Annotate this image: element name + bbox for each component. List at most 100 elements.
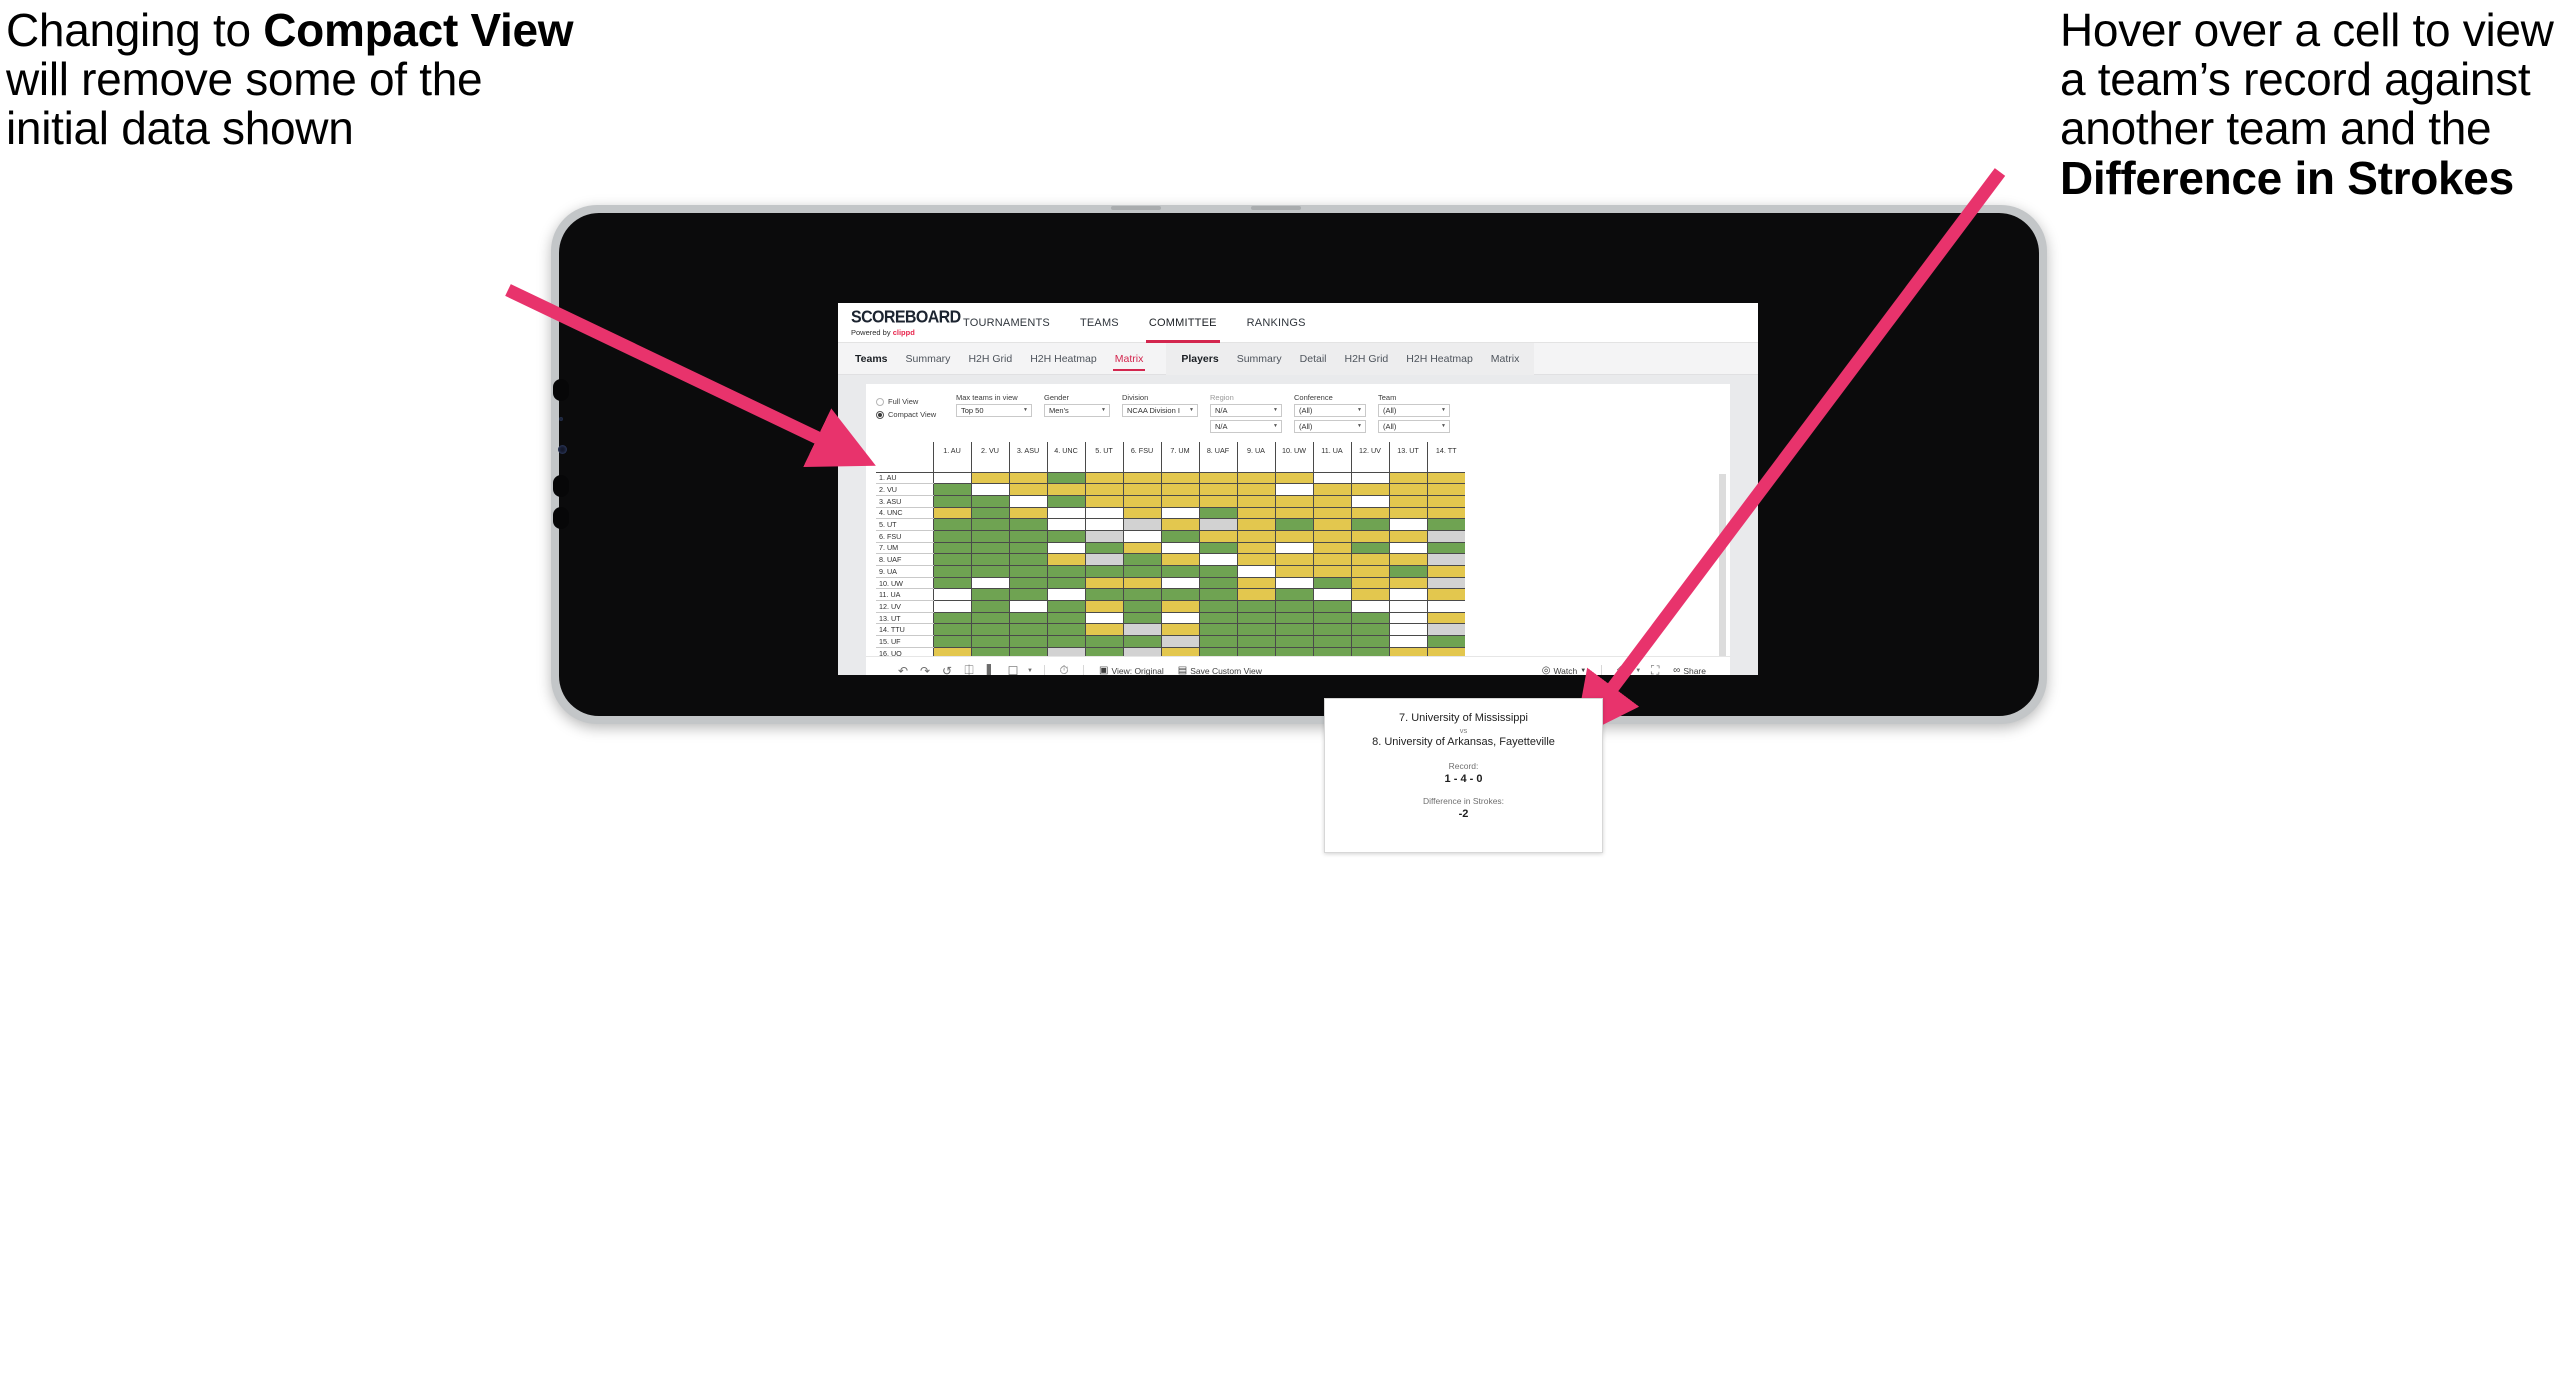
- matrix-cell[interactable]: [1084, 553, 1123, 566]
- matrix-cell[interactable]: [1122, 530, 1161, 543]
- matrix-cell[interactable]: [1084, 612, 1123, 625]
- matrix-cell[interactable]: [1160, 635, 1199, 648]
- matrix-cell[interactable]: [1160, 495, 1199, 508]
- matrix-cell[interactable]: [1274, 600, 1313, 613]
- filter-select[interactable]: Top 50 ▼: [956, 404, 1032, 417]
- matrix-cell[interactable]: [1426, 472, 1465, 485]
- chevron-down-icon[interactable]: ▼: [1441, 408, 1446, 413]
- matrix-cell[interactable]: [1198, 518, 1237, 531]
- matrix-cell[interactable]: [1122, 600, 1161, 613]
- matrix-row-header[interactable]: 1. AU: [876, 472, 933, 485]
- matrix-cell[interactable]: [1122, 472, 1161, 485]
- matrix-cell[interactable]: [1312, 495, 1351, 508]
- matrix-cell[interactable]: [1388, 507, 1427, 520]
- matrix-cell[interactable]: [1160, 530, 1199, 543]
- clock-icon[interactable]: ⏱: [1053, 663, 1075, 675]
- chevron-down-icon[interactable]: ▼: [1273, 424, 1278, 429]
- matrix-cell[interactable]: [970, 612, 1009, 625]
- matrix-row-header[interactable]: 10. UW: [876, 577, 933, 590]
- matrix-cell[interactable]: [1122, 565, 1161, 578]
- matrix-row-header[interactable]: 8. UAF: [876, 553, 933, 566]
- matrix-cell[interactable]: [1008, 483, 1047, 496]
- matrix-cell[interactable]: [1198, 588, 1237, 602]
- fullscreen-icon[interactable]: ⛶: [1644, 663, 1666, 675]
- matrix-cell[interactable]: [1084, 472, 1123, 485]
- matrix-cell[interactable]: [932, 495, 971, 508]
- matrix-cell[interactable]: [1198, 612, 1237, 625]
- chevron-down-icon[interactable]: ▼: [1189, 408, 1194, 413]
- chevron-down-icon[interactable]: ▼: [1273, 408, 1278, 413]
- subnav-item-h2h-grid[interactable]: H2H Grid: [1336, 343, 1398, 375]
- filter-select[interactable]: N/A ▼: [1210, 420, 1282, 433]
- subnav-item-h2h-grid[interactable]: H2H Grid: [959, 343, 1021, 375]
- tablet-button-bottom[interactable]: [553, 507, 569, 529]
- matrix-cell[interactable]: [1426, 635, 1465, 648]
- matrix-cell[interactable]: [1084, 530, 1123, 543]
- matrix-cell[interactable]: [970, 518, 1009, 531]
- matrix-cell[interactable]: [932, 577, 971, 590]
- matrix-row-header[interactable]: 9. UA: [876, 565, 933, 578]
- matrix-column-header[interactable]: 6. FSU: [1122, 442, 1161, 473]
- matrix-cell[interactable]: [1122, 623, 1161, 637]
- matrix-cell[interactable]: [1236, 577, 1275, 590]
- matrix-cell[interactable]: [1388, 623, 1427, 637]
- matrix-cell[interactable]: [1236, 600, 1275, 613]
- matrix-cell[interactable]: [1274, 495, 1313, 508]
- matrix-cell[interactable]: [1198, 623, 1237, 637]
- matrix-row-header[interactable]: 5. UT: [876, 518, 933, 531]
- matrix-cell[interactable]: [1160, 507, 1199, 520]
- matrix-cell[interactable]: [1350, 600, 1389, 613]
- matrix-cell[interactable]: [970, 623, 1009, 637]
- matrix-cell[interactable]: [1084, 577, 1123, 590]
- matrix-cell[interactable]: [970, 495, 1009, 508]
- matrix-cell[interactable]: [1084, 495, 1123, 508]
- filter-select[interactable]: (All) ▼: [1294, 420, 1366, 433]
- matrix-cell[interactable]: [1236, 623, 1275, 637]
- matrix-row-header[interactable]: 13. UT: [876, 612, 933, 625]
- view-option-compact-view[interactable]: Compact View: [876, 408, 944, 421]
- topnav-item-rankings[interactable]: RANKINGS: [1232, 303, 1321, 343]
- matrix-cell[interactable]: [1084, 507, 1123, 520]
- matrix-cell[interactable]: [1198, 495, 1237, 508]
- matrix-cell[interactable]: [1046, 565, 1085, 578]
- filter-select[interactable]: N/A ▼: [1210, 404, 1282, 417]
- matrix-cell[interactable]: [970, 565, 1009, 578]
- matrix-column-header[interactable]: 10. UW: [1274, 442, 1313, 473]
- matrix-cell[interactable]: [970, 577, 1009, 590]
- matrix-cell[interactable]: [1274, 472, 1313, 485]
- matrix-cell[interactable]: [1350, 565, 1389, 578]
- matrix-cell[interactable]: [1426, 565, 1465, 578]
- subnav-item-h2h-heatmap[interactable]: H2H Heatmap: [1397, 343, 1482, 375]
- matrix-cell[interactable]: [1388, 553, 1427, 566]
- matrix-cell[interactable]: [1426, 588, 1465, 602]
- matrix-cell[interactable]: [1046, 530, 1085, 543]
- matrix-cell[interactable]: [1046, 577, 1085, 590]
- topnav-item-teams[interactable]: TEAMS: [1065, 303, 1134, 343]
- matrix-cell[interactable]: [1046, 472, 1085, 485]
- matrix-cell[interactable]: [1160, 553, 1199, 566]
- matrix-cell[interactable]: [1008, 565, 1047, 578]
- matrix-scroll-area[interactable]: 1. AU 2. VU 3. ASU 4. UNC 5. UT 6. FSU 7. UM 8.…: [866, 442, 1730, 675]
- subnav-item-detail[interactable]: Detail: [1291, 343, 1336, 375]
- matrix-cell[interactable]: [1160, 623, 1199, 637]
- matrix-cell[interactable]: [932, 600, 971, 613]
- matrix-cell[interactable]: [1122, 635, 1161, 648]
- matrix-cell[interactable]: [1122, 518, 1161, 531]
- matrix-cell[interactable]: [932, 553, 971, 566]
- matrix-cell[interactable]: [1046, 495, 1085, 508]
- filter-select[interactable]: (All) ▼: [1378, 404, 1450, 417]
- matrix-cell[interactable]: [932, 507, 971, 520]
- brand-logo[interactable]: SCOREBOARD Powered by clippd: [838, 308, 961, 337]
- matrix-row-header[interactable]: 11. UA: [876, 588, 933, 602]
- radio-icon[interactable]: [876, 397, 884, 406]
- matrix-cell[interactable]: [1046, 612, 1085, 625]
- matrix-cell[interactable]: [932, 518, 971, 531]
- matrix-cell[interactable]: [1122, 612, 1161, 625]
- matrix-cell[interactable]: [970, 553, 1009, 566]
- matrix-column-header[interactable]: 11. UA: [1312, 442, 1351, 473]
- matrix-cell[interactable]: [1388, 518, 1427, 531]
- matrix-cell[interactable]: [1008, 635, 1047, 648]
- subnav-item-summary[interactable]: Summary: [897, 343, 960, 375]
- matrix-cell[interactable]: [1426, 518, 1465, 531]
- matrix-row-header[interactable]: 7. UM: [876, 542, 933, 555]
